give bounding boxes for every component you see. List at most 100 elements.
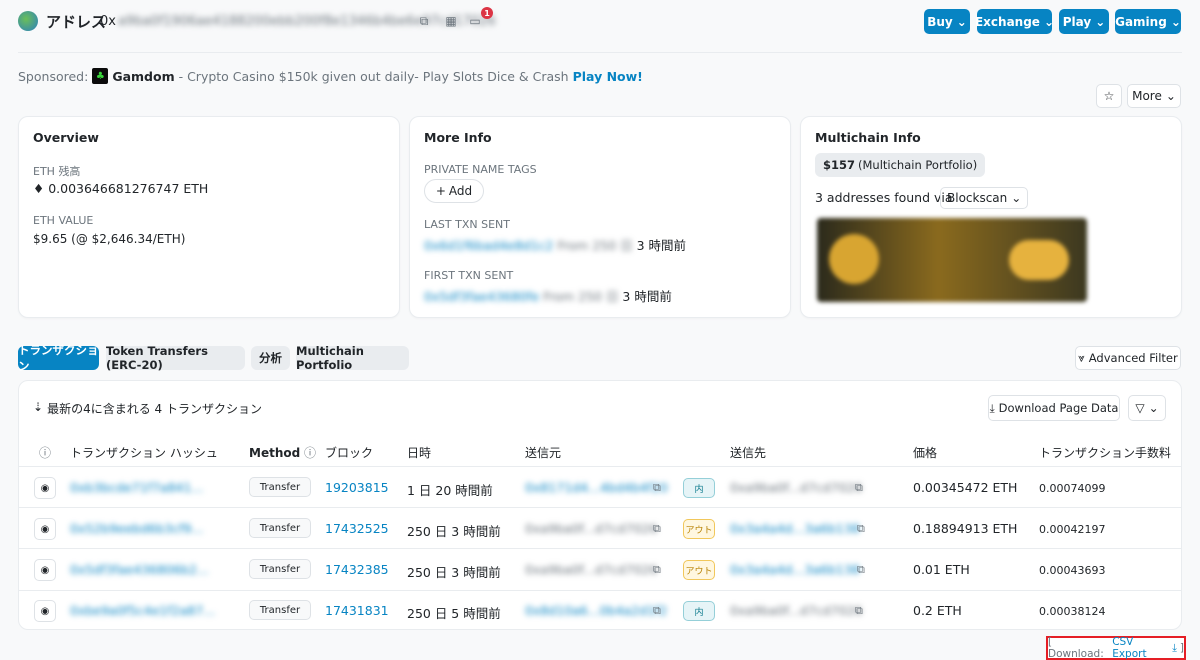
last-txn-hash[interactable]: 0x6d1f6bad4e8d1c2 — [424, 238, 557, 253]
copy-icon[interactable]: ⧉ — [857, 522, 865, 536]
method-badge: Transfer — [249, 559, 311, 579]
copy-icon[interactable]: ⧉ — [855, 604, 863, 618]
gamdom-logo-icon: ♣ — [92, 68, 109, 84]
header-block: ブロック — [325, 446, 374, 460]
txn-hash-link[interactable]: 0xb3bcde71f7a841... — [70, 480, 203, 495]
txn-hash-link[interactable]: 0xbe9a0f5c4e1f2a87... — [70, 603, 215, 618]
notification-badge: 1 — [481, 7, 493, 19]
download-page-data-button[interactable]: ⤓ Download Page Data — [988, 395, 1120, 421]
filter-icon: ▽ — [1135, 401, 1145, 415]
copy-icon[interactable]: ⧉ — [857, 563, 865, 577]
txn-value: 0.18894913 ETH — [913, 521, 1018, 536]
info-icon[interactable]: ⓘ — [304, 446, 316, 460]
copy-icon[interactable]: ⧉ — [653, 522, 661, 536]
copy-icon[interactable]: ⧉ — [653, 563, 661, 577]
from-address[interactable]: 0xa9ba0f...d7cd7026 — [525, 562, 657, 577]
overview-card: Overview ETH 残高 ♦ 0.003646681276747 ETH … — [18, 116, 400, 318]
from-address-link[interactable]: 0x8d10a6...0b4a2d1f2 — [525, 603, 667, 618]
header-from: 送信元 — [525, 446, 562, 460]
txn-value: 0.01 ETH — [913, 562, 970, 577]
from-address-link[interactable]: 0x8171d4...4bd4b4f20 — [525, 480, 668, 495]
chevron-down-icon: ⌄ — [1043, 14, 1055, 29]
block-link[interactable]: 17432385 — [325, 562, 389, 577]
last-txn-value: 0x6d1f6bad4e8d1c2 From 250 日 3 時間前 — [424, 238, 687, 253]
sponsored-banner: Sponsored: ♣ Gamdom - Crypto Casino $150… — [18, 68, 643, 84]
play-now-link[interactable]: Play Now! — [573, 69, 643, 84]
method-badge: Transfer — [249, 600, 311, 620]
preview-eye-icon[interactable]: ◉ — [34, 559, 56, 581]
block-link[interactable]: 17431831 — [325, 603, 389, 618]
first-txn-hash[interactable]: 0x5df3fae43680fe — [424, 289, 543, 304]
to-address-link[interactable]: 0x3a4a4d...3a6b138 — [730, 521, 860, 536]
first-txn-label: FIRST TXN SENT — [424, 269, 514, 282]
chevron-down-icon: ⌄ — [956, 14, 967, 29]
to-address-link[interactable]: 0x3a4a4d...3a6b138 — [730, 562, 860, 577]
txn-hash-link[interactable]: 0x52b9eebd6b3cf9... — [70, 521, 203, 536]
csv-export-highlight: [ Download: CSV Export ⤓ ] — [1046, 636, 1186, 660]
private-name-tags-label: PRIVATE NAME TAGS — [424, 163, 537, 176]
tab-transactions[interactable]: トランザクション — [18, 343, 99, 373]
eth-icon: ♦ — [33, 181, 49, 196]
more-dropdown[interactable]: More ⌄ — [1127, 84, 1181, 108]
header-txn-fee[interactable]: トランザクション手数料 — [1039, 444, 1171, 461]
gaming-button[interactable]: Gaming ⌄ — [1115, 9, 1181, 34]
multichain-portfolio-pill[interactable]: $157 (Multichain Portfolio) — [815, 153, 986, 177]
chevron-down-icon: ⌄ — [1011, 191, 1022, 205]
direction-in-badge: 内 — [683, 601, 715, 621]
header-method: Method ⓘ — [249, 446, 317, 460]
copy-icon[interactable]: ⧉ — [416, 13, 432, 29]
play-button[interactable]: Play ⌄ — [1059, 9, 1109, 34]
sponsor-brand[interactable]: Gamdom — [112, 69, 174, 84]
filter-icon: ⩔ — [1078, 350, 1085, 365]
txn-hash-link[interactable]: 0x5df3fae436806b2... — [70, 562, 209, 577]
more-info-title: More Info — [424, 130, 492, 145]
block-link[interactable]: 17432525 — [325, 521, 389, 536]
add-tag-button[interactable]: + Add — [424, 179, 484, 203]
preview-eye-icon[interactable]: ◉ — [34, 477, 56, 499]
first-txn-value: 0x5df3fae43680fe From 250 日 3 時間前 — [424, 289, 672, 304]
etherscan-logo[interactable] — [18, 11, 38, 31]
txn-age: 250 日 3 時間前 — [407, 524, 501, 539]
eth-balance-value: ♦ 0.003646681276747 ETH — [33, 181, 209, 196]
txn-fee: 0.00043693 — [1039, 564, 1106, 577]
multichain-title: Multichain Info — [815, 130, 921, 145]
preview-eye-icon[interactable]: ◉ — [34, 518, 56, 540]
preview-eye-icon[interactable]: ◉ — [34, 600, 56, 622]
download-icon[interactable]: ⤓ — [1172, 642, 1177, 655]
sort-icon: ⇣ — [33, 400, 44, 414]
method-badge: Transfer — [249, 477, 311, 497]
txn-age: 250 日 5 時間前 — [407, 606, 501, 621]
exchange-button[interactable]: Exchange ⌄ — [975, 9, 1055, 34]
tab-analytics[interactable]: 分析 — [251, 346, 290, 370]
favorite-star-button[interactable]: ☆ — [1096, 84, 1122, 108]
method-badge: Transfer — [249, 518, 311, 538]
to-address[interactable]: 0xa9ba0f...d7cd7026 — [730, 603, 862, 618]
tab-multichain-portfolio[interactable]: Multichain Portfolio — [296, 344, 409, 372]
ad-banner-image[interactable] — [817, 218, 1087, 302]
chevron-down-icon: ⌄ — [1148, 401, 1159, 415]
address-value: 0x a9ba0f1906ae4188200ebb200f8e1346b4be6e… — [100, 14, 496, 29]
star-icon: ☆ — [1103, 89, 1115, 103]
txn-value: 0.2 ETH — [913, 603, 962, 618]
eth-value: $9.65 (@ $2,646.34/ETH) — [33, 232, 186, 246]
direction-out-badge: アウト — [683, 519, 715, 539]
csv-export-link[interactable]: CSV Export — [1112, 636, 1169, 660]
to-address[interactable]: 0xa9ba0f...d7cd7026 — [730, 480, 862, 495]
copy-icon[interactable]: ⧉ — [855, 481, 863, 495]
header-to: 送信先 — [730, 446, 767, 460]
last-txn-label: LAST TXN SENT — [424, 218, 510, 231]
buy-button[interactable]: Buy ⌄ — [924, 9, 970, 34]
copy-icon[interactable]: ⧉ — [653, 481, 661, 495]
more-info-card: More Info PRIVATE NAME TAGS + Add LAST TX… — [409, 116, 791, 318]
filter-dropdown-button[interactable]: ▽ ⌄ — [1128, 395, 1166, 421]
tab-token-transfers[interactable]: Token Transfers (ERC-20) — [106, 344, 245, 372]
qr-code-icon[interactable]: ▦ — [443, 13, 459, 29]
blockscan-dropdown[interactable]: Blockscan ⌄ — [940, 187, 1029, 209]
block-link[interactable]: 19203815 — [325, 480, 389, 495]
advanced-filter-button[interactable]: ⩔ Advanced Filter — [1075, 346, 1181, 370]
header-txn-hash: トランザクション ハッシュ — [70, 446, 218, 460]
info-icon[interactable]: ⓘ — [39, 444, 51, 461]
header-age[interactable]: 日時 — [407, 444, 431, 461]
copy-icon[interactable]: ⧉ — [653, 604, 661, 618]
from-address[interactable]: 0xa9ba0f...d7cd7026 — [525, 521, 657, 536]
